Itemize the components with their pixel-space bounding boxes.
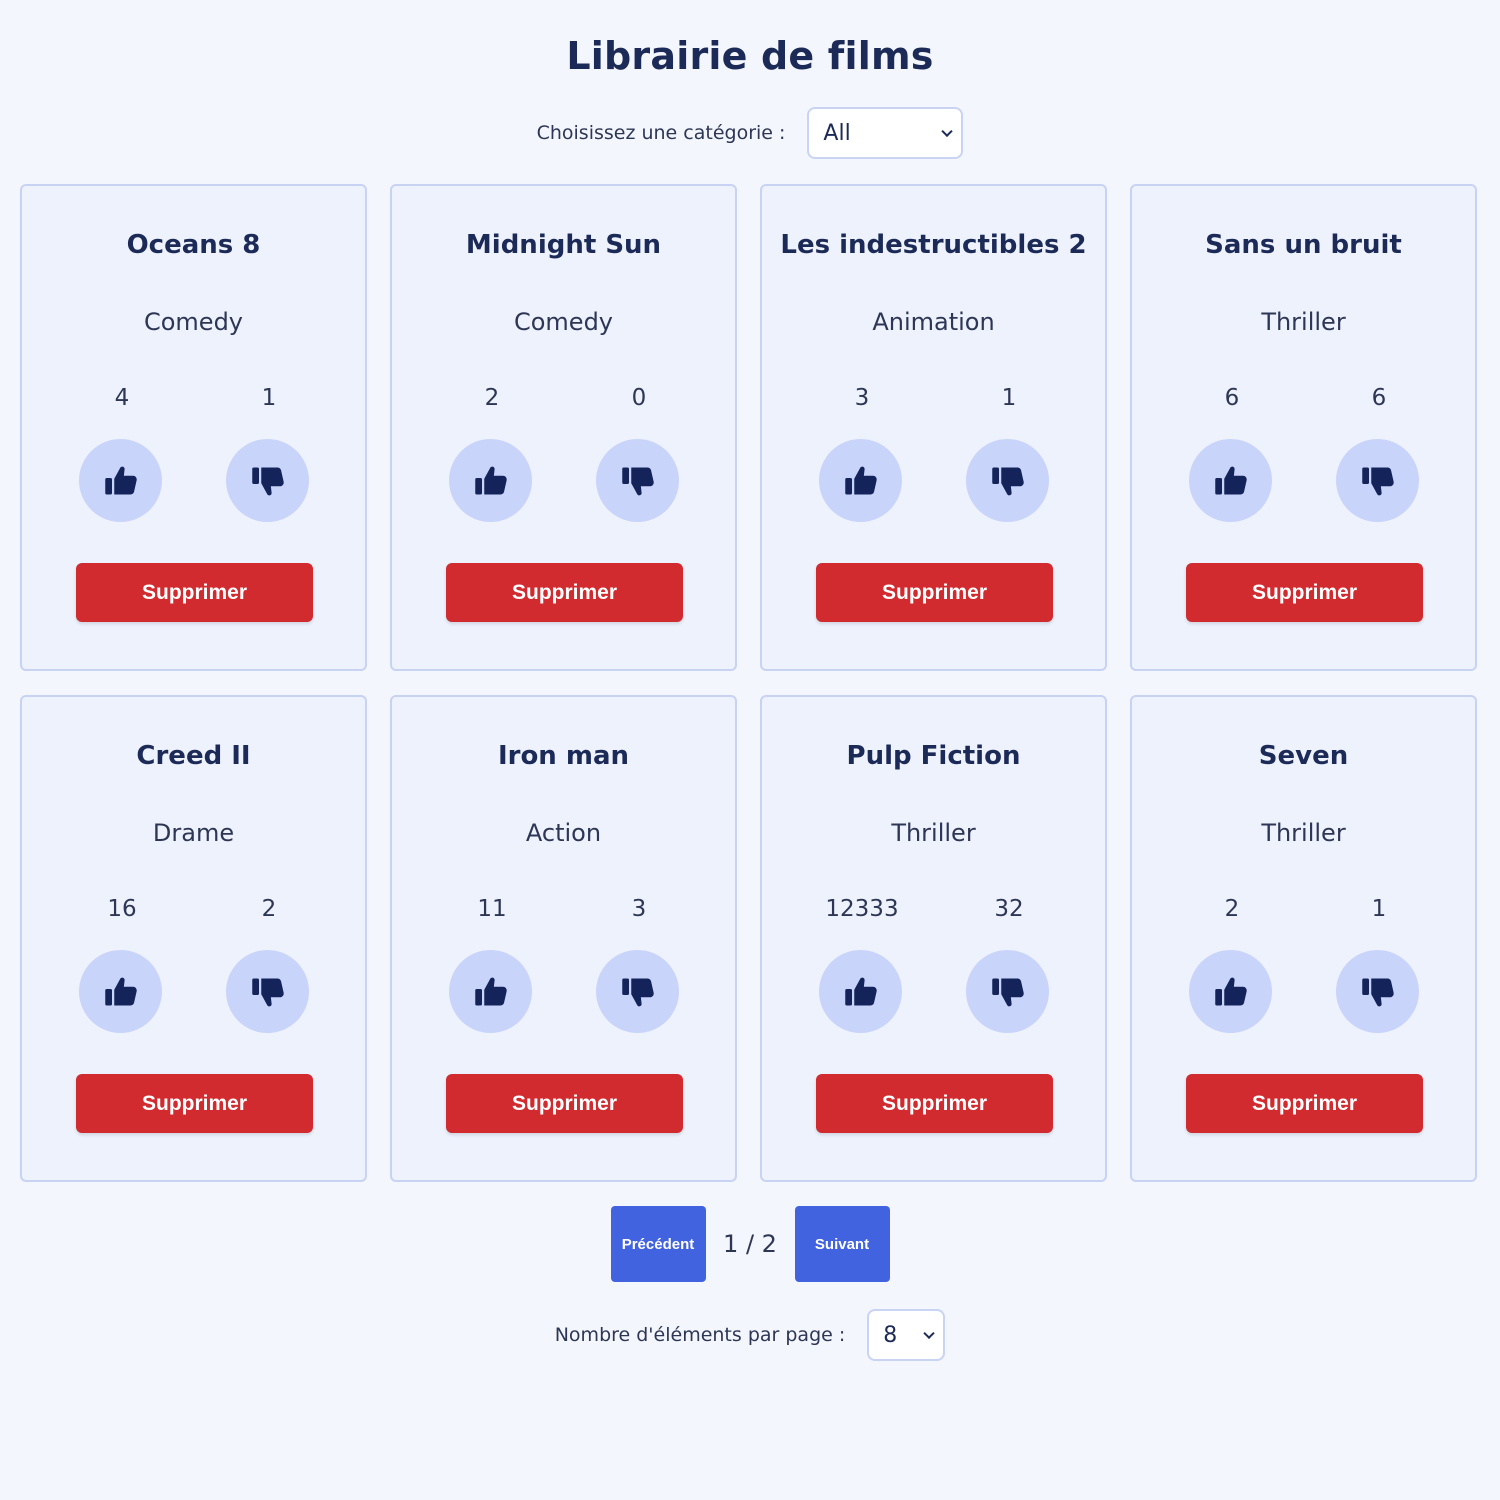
like-button[interactable] <box>819 439 902 522</box>
movie-title: Les indestructibles 2 <box>780 230 1087 260</box>
thumbs-down-icon <box>621 978 654 1006</box>
dislike-count: 6 <box>1371 385 1387 411</box>
thumbs-down-icon <box>251 467 284 495</box>
movie-category: Action <box>525 819 602 847</box>
thumbs-up-icon <box>104 466 137 494</box>
dislike-count: 0 <box>631 385 647 411</box>
movie-title: Pulp Fiction <box>846 741 1021 771</box>
movie-category: Animation <box>872 308 995 336</box>
like-button[interactable] <box>819 950 902 1033</box>
delete-button[interactable]: Supprimer <box>816 563 1053 622</box>
like-count: 11 <box>477 896 507 922</box>
thumbs-down-icon <box>1361 978 1394 1006</box>
movie-category: Drame <box>152 819 235 847</box>
movie-title: Creed II <box>136 741 251 771</box>
thumbs-down-icon <box>251 978 284 1006</box>
like-count: 16 <box>107 896 137 922</box>
like-count: 3 <box>854 385 870 411</box>
movie-title: Seven <box>1258 741 1349 771</box>
category-select-value: All <box>823 120 851 146</box>
movie-card: Les indestructibles 2 Animation 3 1 Supp… <box>760 184 1107 671</box>
dislike-count: 32 <box>994 896 1024 922</box>
like-count: 2 <box>484 385 500 411</box>
like-button[interactable] <box>449 439 532 522</box>
like-count: 2 <box>1224 896 1240 922</box>
delete-button[interactable]: Supprimer <box>76 1074 313 1133</box>
dislike-count: 3 <box>631 896 647 922</box>
like-count: 12333 <box>825 896 899 922</box>
delete-button[interactable]: Supprimer <box>816 1074 1053 1133</box>
category-filter-label: Choisissez une catégorie : <box>536 122 786 144</box>
items-per-page-value: 8 <box>883 1322 898 1348</box>
thumbs-up-icon <box>474 977 507 1005</box>
movie-category: Thriller <box>891 819 976 847</box>
movie-title: Oceans 8 <box>126 230 261 260</box>
movie-title: Iron man <box>497 741 630 771</box>
movie-category: Comedy <box>513 308 614 336</box>
delete-button[interactable]: Supprimer <box>76 563 313 622</box>
category-select[interactable]: All <box>807 107 964 159</box>
thumbs-down-icon <box>991 467 1024 495</box>
dislike-button[interactable] <box>596 439 679 522</box>
like-count: 6 <box>1224 385 1240 411</box>
movie-card: Midnight Sun Comedy 2 0 Supprimer <box>390 184 737 671</box>
page-indicator: 1 / 2 <box>723 1230 777 1258</box>
dislike-button[interactable] <box>966 950 1049 1033</box>
dislike-button[interactable] <box>226 950 309 1033</box>
movie-card: Seven Thriller 2 1 Supprimer <box>1130 695 1477 1182</box>
like-button[interactable] <box>79 439 162 522</box>
dislike-count: 2 <box>261 896 277 922</box>
like-button[interactable] <box>449 950 532 1033</box>
thumbs-down-icon <box>1361 467 1394 495</box>
thumbs-down-icon <box>991 978 1024 1006</box>
thumbs-up-icon <box>104 977 137 1005</box>
delete-button[interactable]: Supprimer <box>446 563 683 622</box>
dislike-count: 1 <box>261 385 277 411</box>
dislike-button[interactable] <box>226 439 309 522</box>
dislike-button[interactable] <box>1336 439 1419 522</box>
items-per-page-label: Nombre d'éléments par page : <box>554 1324 846 1346</box>
dislike-count: 1 <box>1001 385 1017 411</box>
dislike-count: 1 <box>1371 896 1387 922</box>
delete-button[interactable]: Supprimer <box>446 1074 683 1133</box>
previous-button[interactable]: Précédent <box>610 1206 706 1282</box>
thumbs-up-icon <box>844 466 877 494</box>
pagination: Précédent 1 / 2 Suivant <box>0 1206 1500 1282</box>
movie-grid: Oceans 8 Comedy 4 1 Supprimer Midnight S… <box>20 184 1477 1182</box>
movie-card: Pulp Fiction Thriller 12333 32 Supprimer <box>760 695 1107 1182</box>
items-per-page: Nombre d'éléments par page : 8 <box>0 1309 1500 1361</box>
next-button[interactable]: Suivant <box>794 1206 890 1282</box>
like-count: 4 <box>114 385 130 411</box>
dislike-button[interactable] <box>966 439 1049 522</box>
movie-category: Thriller <box>1261 308 1346 336</box>
items-per-page-select[interactable]: 8 <box>867 1309 946 1361</box>
movie-category: Comedy <box>143 308 244 336</box>
chevron-down-icon <box>941 125 954 138</box>
thumbs-up-icon <box>1214 977 1247 1005</box>
dislike-button[interactable] <box>596 950 679 1033</box>
movie-title: Midnight Sun <box>465 230 662 260</box>
like-button[interactable] <box>1189 439 1272 522</box>
thumbs-down-icon <box>621 467 654 495</box>
like-button[interactable] <box>1189 950 1272 1033</box>
dislike-button[interactable] <box>1336 950 1419 1033</box>
like-button[interactable] <box>79 950 162 1033</box>
delete-button[interactable]: Supprimer <box>1186 1074 1423 1133</box>
movie-card: Oceans 8 Comedy 4 1 Supprimer <box>20 184 367 671</box>
movie-title: Sans un bruit <box>1205 230 1402 260</box>
movie-card: Sans un bruit Thriller 6 6 Supprimer <box>1130 184 1477 671</box>
page-title: Librairie de films <box>566 34 934 78</box>
chevron-down-icon <box>923 1327 935 1340</box>
thumbs-up-icon <box>844 977 877 1005</box>
thumbs-up-icon <box>1214 466 1247 494</box>
movie-card: Creed II Drame 16 2 Supprimer <box>20 695 367 1182</box>
movie-category: Thriller <box>1261 819 1346 847</box>
movie-card: Iron man Action 11 3 Supprimer <box>390 695 737 1182</box>
delete-button[interactable]: Supprimer <box>1186 563 1423 622</box>
thumbs-up-icon <box>474 466 507 494</box>
category-filter: Choisissez une catégorie : All <box>0 107 1500 159</box>
